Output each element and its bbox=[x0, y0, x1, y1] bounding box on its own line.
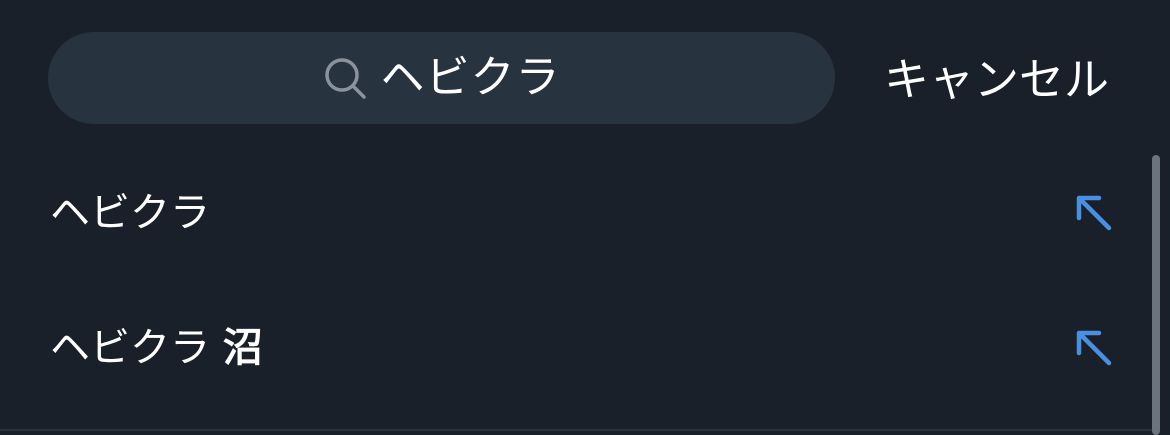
suggestion-prefix: ヘビクラ bbox=[50, 189, 210, 236]
arrow-up-left-icon[interactable] bbox=[1074, 193, 1114, 233]
divider bbox=[0, 429, 1152, 431]
suggestion-list: ヘビクラ ヘビクラ 沼 bbox=[0, 145, 1170, 415]
scrollbar[interactable] bbox=[1152, 155, 1160, 435]
cancel-button[interactable]: キャンセル bbox=[884, 52, 1109, 108]
suggestion-text: ヘビクラ bbox=[50, 189, 210, 237]
search-input-content: ヘビクラ bbox=[323, 56, 561, 100]
suggestion-suffix: 沼 bbox=[222, 324, 263, 371]
search-icon bbox=[324, 58, 366, 99]
search-input[interactable]: ヘビクラ bbox=[48, 32, 835, 124]
arrow-up-left-icon[interactable] bbox=[1074, 328, 1114, 368]
suggestion-text: ヘビクラ 沼 bbox=[50, 324, 263, 372]
suggestion-prefix: ヘビクラ bbox=[50, 324, 223, 371]
suggestion-item[interactable]: ヘビクラ 沼 bbox=[0, 280, 1170, 415]
search-screen: ヘビクラ キャンセル ヘビクラ ヘビクラ 沼 bbox=[0, 0, 1170, 435]
search-query-text[interactable]: ヘビクラ bbox=[381, 56, 561, 100]
suggestion-item[interactable]: ヘビクラ bbox=[0, 145, 1170, 280]
